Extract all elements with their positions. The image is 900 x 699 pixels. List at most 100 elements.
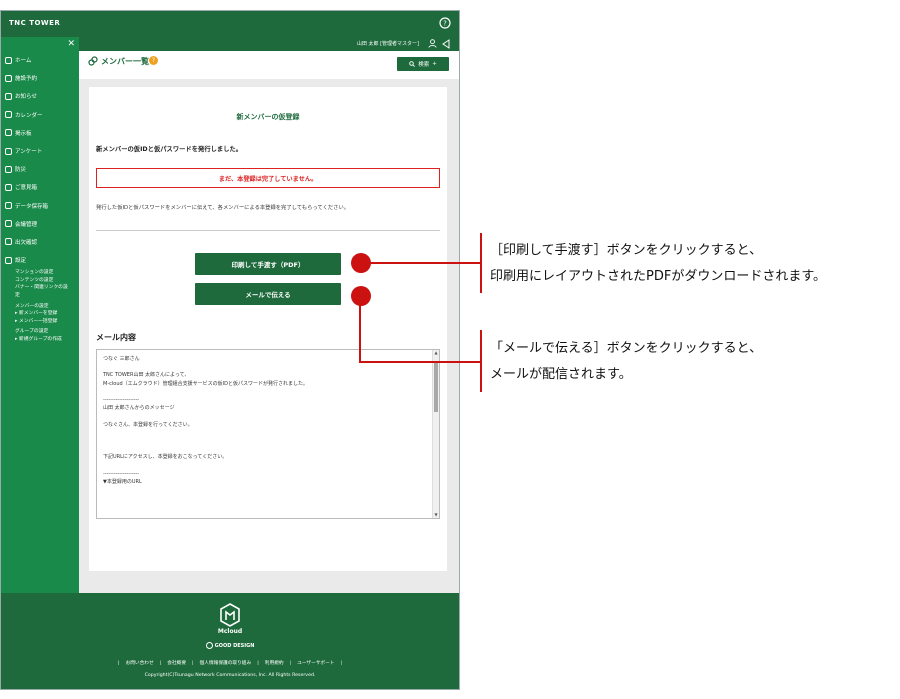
footer: Mcloud GOOD DESIGN | お問い合わせ | 会社概要 | 個人情報保護の取… [1,593,459,689]
issued-message: 新メンバーの仮IDと仮パスワードを発行しました。 [96,146,243,153]
sidebar-item-label: データ保存箱 [15,203,49,210]
sidebar-item-label: 会議管理 [15,221,38,228]
callout-print-line-1: ［印刷して手渡す］ボタンをクリックすると、 [490,243,763,258]
callout-dot-mail [351,286,371,306]
sidebar-item-label: 出欠確認 [15,239,38,246]
sidebar-item[interactable]: カレンダー [1,106,79,124]
mail-line [103,363,423,371]
sidebar-item[interactable]: 出欠確認 [1,233,79,251]
good-design-badge: GOOD DESIGN [1,642,459,649]
sidebar-sub-item[interactable]: グループの設定 [1,328,79,336]
good-design-text: GOOD DESIGN [214,643,255,649]
sidebar-item[interactable]: 会議管理 [1,215,79,233]
instruction-text: 発行した仮IDと仮パスワードをメンバーに伝えて、各メンバーによる本登録を完了して… [96,205,350,211]
scroll-thumb[interactable] [434,362,438,412]
sidebar-item-icon [5,74,12,82]
sidebar-item-icon [5,256,12,264]
callout-stem-mail [359,304,361,362]
scroll-up-icon[interactable]: ▲ [433,350,439,356]
person-icon[interactable] [428,39,437,48]
sidebar-item[interactable]: データ保存箱 [1,197,79,215]
separator: | [340,661,343,666]
sidebar-item[interactable]: ご意見箱 [1,178,79,196]
sidebar-item-icon [5,238,12,246]
footer-link[interactable]: ユーザーサポート [297,661,334,666]
sidebar: ✕ ホーム施設予約お知らせカレンダー掲示板 アンケート 防災 ご意見箱データ保存箱 会議… [1,37,79,593]
sidebar-item-icon [5,111,12,119]
callout-print-line-2: 印刷用にレイアウトされたPDFがダウンロードされます。 [490,269,827,284]
search-button[interactable]: 検索 + [397,57,449,71]
sidebar-item[interactable]: ホーム [1,51,79,69]
sidebar-item[interactable]: 設定 [1,251,79,269]
mail-line: 山田 太郎さんからのメッセージ [103,405,175,412]
scrollbar[interactable]: ▲ ▼ [432,350,439,518]
callout-dot-print [351,253,371,273]
sidebar-sub-item[interactable]: バナー・関連リンクの設 [1,284,79,292]
send-mail-button[interactable]: メールで伝える [195,283,341,305]
members-icon [88,56,98,66]
callout-bar-print [480,233,482,293]
footer-link[interactable]: お問い合わせ [126,661,154,666]
mail-line [103,437,423,445]
brand-name: TNC TOWER [9,19,61,27]
registration-heading: 新メンバーの仮登録 [236,113,300,121]
top-bar: TNC TOWER ? [1,11,459,37]
separator: | [192,661,194,666]
warning-box: まだ、本登録は完了していません。 [96,168,440,188]
close-icon[interactable]: ✕ [67,39,75,49]
sidebar-item-icon [5,147,12,155]
page-header: メンバー一覧 ? 検索 + [79,51,459,79]
separator: | [117,661,120,666]
mail-line [103,429,423,437]
sidebar-item-icon [5,165,12,173]
help-icon[interactable]: ? [439,17,451,29]
print-pdf-button[interactable]: 印刷して手渡す（PDF） [195,253,341,275]
logout-icon[interactable] [441,39,451,49]
help-badge-icon[interactable]: ? [149,56,158,65]
search-label: 検索 [418,62,430,68]
sidebar-item[interactable]: 掲示板 [1,124,79,142]
sidebar-item[interactable]: お知らせ [1,87,79,105]
mail-line: -------------------- [103,396,140,403]
divider [96,230,440,231]
sidebar-item-label: お知らせ [15,94,37,101]
footer-link[interactable]: 利用規約 [265,661,284,666]
sidebar-sub-item[interactable]: コンテンツの設定 [1,277,79,285]
sidebar-menu: ホーム施設予約お知らせカレンダー掲示板 アンケート 防災 ご意見箱データ保存箱 会議管理… [1,51,79,344]
sidebar-item-label: 施設予約 [15,76,38,83]
callout-bar-mail [480,330,482,392]
mail-line [103,412,423,420]
sidebar-sub-item[interactable]: マンションの設定 [1,269,79,277]
sidebar-sub-item[interactable]: メンバーの設定 [1,303,79,311]
sidebar-item-icon [5,202,12,210]
scroll-down-icon[interactable]: ▼ [433,512,439,518]
footer-link[interactable]: 個人情報保護の取り組み [200,661,252,666]
registration-panel: 新メンバーの仮登録 新メンバーの仮IDと仮パスワードを発行しました。 まだ、本登… [89,87,447,571]
mail-line [103,388,423,396]
mcloud-logo-icon [220,603,240,627]
sidebar-sub-item[interactable]: ▸ 新メンバーを登録 [1,310,79,318]
footer-link[interactable]: 会社概要 [167,661,186,666]
callout-mail-line-1: 「メールで伝える］ボタンをクリックすると、 [490,341,763,356]
sidebar-sub-item[interactable]: ▸ メンバー一括登録 [1,318,79,326]
footer-links: | お問い合わせ | 会社概要 | 個人情報保護の取り組み | 利用規約 | ユーザーサポート | [1,660,459,666]
sidebar-item-label: カレンダー [15,112,43,119]
sidebar-item-icon [5,129,12,137]
mail-line: TNC TOWER山田 太郎さんによって、 [103,372,190,379]
sidebar-item[interactable]: アンケート [1,142,79,160]
sidebar-sub-item[interactable]: 定 [1,292,79,300]
mail-content-textarea[interactable]: つなぐ 三郎さん TNC TOWER山田 太郎さんによって、 M-cloud（エムク… [96,349,440,519]
mail-line: 下記URLにアクセスし、本登録をおこなってください。 [103,454,228,461]
sidebar-item-icon [5,183,12,191]
separator: | [257,661,259,666]
mail-line [103,445,423,453]
warning-text: まだ、本登録は完了していません。 [218,175,318,183]
sidebar-item[interactable]: 施設予約 [1,69,79,87]
copyright: Copyright(C)Tsunagu Network Communicatio… [144,673,316,678]
footer-logo-text: Mcloud [217,628,243,635]
separator: | [289,661,292,666]
sidebar-item-icon [5,220,12,228]
sidebar-sub-item[interactable]: ▸ 新規グループの作成 [1,336,79,344]
callout-mail: 「メールで伝える］ボタンをクリックすると、 メールが配信されます。 [490,336,762,388]
sidebar-item[interactable]: 防災 [1,160,79,178]
